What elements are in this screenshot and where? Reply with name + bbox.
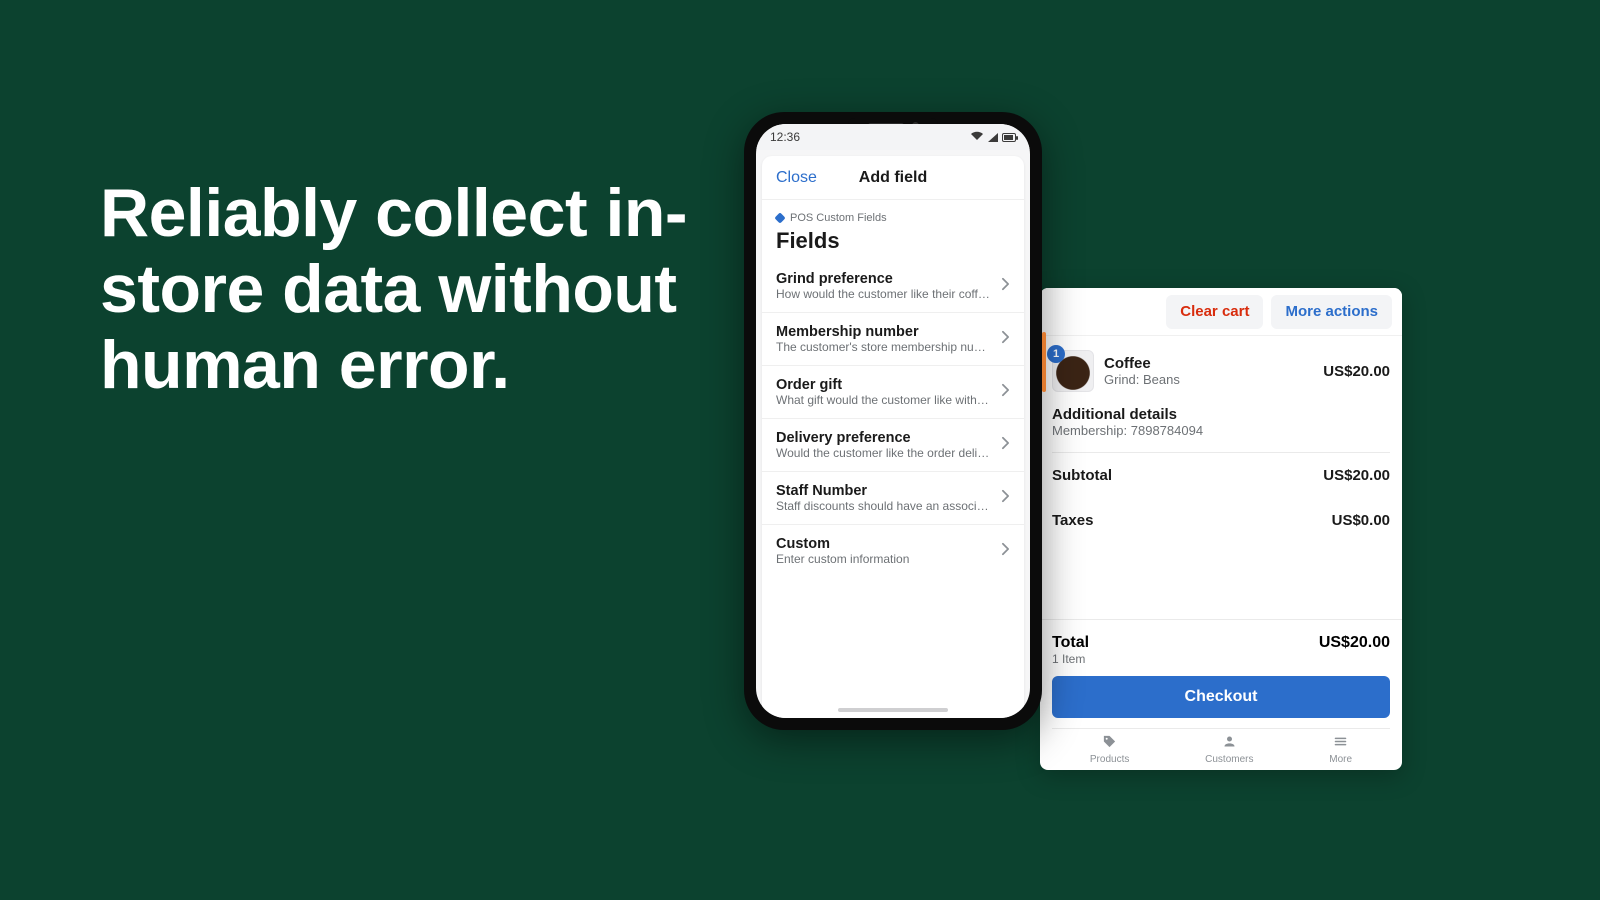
status-icons [970, 130, 1016, 144]
chevron-right-icon [1001, 489, 1010, 508]
clear-cart-button[interactable]: Clear cart [1166, 295, 1263, 329]
nav-products[interactable]: Products [1090, 734, 1129, 765]
field-row-subtitle: Enter custom information [776, 552, 991, 566]
nav-more[interactable]: More [1329, 734, 1352, 765]
status-bar: 12:36 [756, 124, 1030, 150]
additional-details-line: Membership: 7898784094 [1052, 423, 1390, 438]
field-row-subtitle: Staff discounts should have an associate… [776, 499, 991, 513]
field-row-title: Staff Number [776, 483, 991, 499]
additional-details-heading: Additional details [1052, 406, 1390, 423]
subtotal-row: Subtotal US$20.00 [1052, 453, 1390, 498]
pos-top-bar: Clear cart More actions [1040, 288, 1402, 336]
field-row-subtitle: Would the customer like the order delive… [776, 446, 991, 460]
add-field-modal: Close Add field POS Custom Fields Fields… [762, 156, 1024, 718]
pos-cart-panel: Clear cart More actions 1 Coffee Grind: … [1040, 288, 1402, 770]
field-row[interactable]: Staff NumberStaff discounts should have … [762, 472, 1024, 525]
tag-icon [1102, 734, 1117, 752]
field-row[interactable]: Delivery preferenceWould the customer li… [762, 419, 1024, 472]
nav-customers[interactable]: Customers [1205, 734, 1253, 765]
section-title: Fields [776, 228, 1010, 254]
battery-icon [1002, 133, 1016, 142]
field-row-subtitle: The customer's store membership number [776, 340, 991, 354]
cart-item-name: Coffee [1104, 355, 1313, 372]
promo-stage: Reliably collect in-store data without h… [0, 0, 1600, 900]
chevron-right-icon [1001, 542, 1010, 561]
checkout-button[interactable]: Checkout [1052, 676, 1390, 718]
modal-header: Close Add field [762, 156, 1024, 200]
field-row-title: Custom [776, 536, 991, 552]
field-row-title: Order gift [776, 377, 991, 393]
home-indicator [838, 708, 948, 712]
qty-badge: 1 [1047, 345, 1065, 363]
product-thumbnail: 1 [1052, 350, 1094, 392]
wifi-icon [970, 130, 984, 144]
status-time: 12:36 [770, 130, 800, 144]
field-row-subtitle: How would the customer like their coffee… [776, 287, 991, 301]
field-row[interactable]: Order giftWhat gift would the customer l… [762, 366, 1024, 419]
close-button[interactable]: Close [776, 169, 817, 187]
phone-device-frame: 12:36 Close Add field POS Custom Fields [744, 112, 1042, 730]
field-row-title: Delivery preference [776, 430, 991, 446]
pos-cart-body: 1 Coffee Grind: Beans US$20.00 Additiona… [1040, 336, 1402, 619]
field-row-title: Membership number [776, 324, 991, 340]
field-row-title: Grind preference [776, 271, 991, 287]
chevron-right-icon [1001, 383, 1010, 402]
menu-icon [1333, 734, 1348, 752]
field-row[interactable]: Membership numberThe customer's store me… [762, 313, 1024, 366]
field-row[interactable]: CustomEnter custom information [762, 525, 1024, 577]
chevron-right-icon [1001, 436, 1010, 455]
cart-item-price: US$20.00 [1323, 363, 1390, 380]
pos-footer: Total 1 Item US$20.00 Checkout Products [1040, 619, 1402, 770]
taxes-row: Taxes US$0.00 [1052, 498, 1390, 543]
phone-screen: 12:36 Close Add field POS Custom Fields [756, 124, 1030, 718]
field-list: Grind preferenceHow would the customer l… [762, 260, 1024, 577]
person-icon [1222, 734, 1237, 752]
signal-icon [988, 133, 998, 142]
more-actions-button[interactable]: More actions [1271, 295, 1392, 329]
app-name-tag: POS Custom Fields [776, 212, 1010, 224]
modal-title: Add field [859, 169, 927, 187]
cart-item-variant: Grind: Beans [1104, 372, 1313, 387]
pos-bottom-nav: Products Customers More [1052, 728, 1390, 770]
field-row[interactable]: Grind preferenceHow would the customer l… [762, 260, 1024, 313]
total-row: Total 1 Item US$20.00 [1052, 626, 1390, 676]
app-badge-icon [774, 212, 785, 223]
page-headline: Reliably collect in-store data without h… [100, 175, 750, 403]
chevron-right-icon [1001, 277, 1010, 296]
field-row-subtitle: What gift would the customer like with t… [776, 393, 991, 407]
chevron-right-icon [1001, 330, 1010, 349]
cart-line-item[interactable]: 1 Coffee Grind: Beans US$20.00 [1052, 344, 1390, 402]
